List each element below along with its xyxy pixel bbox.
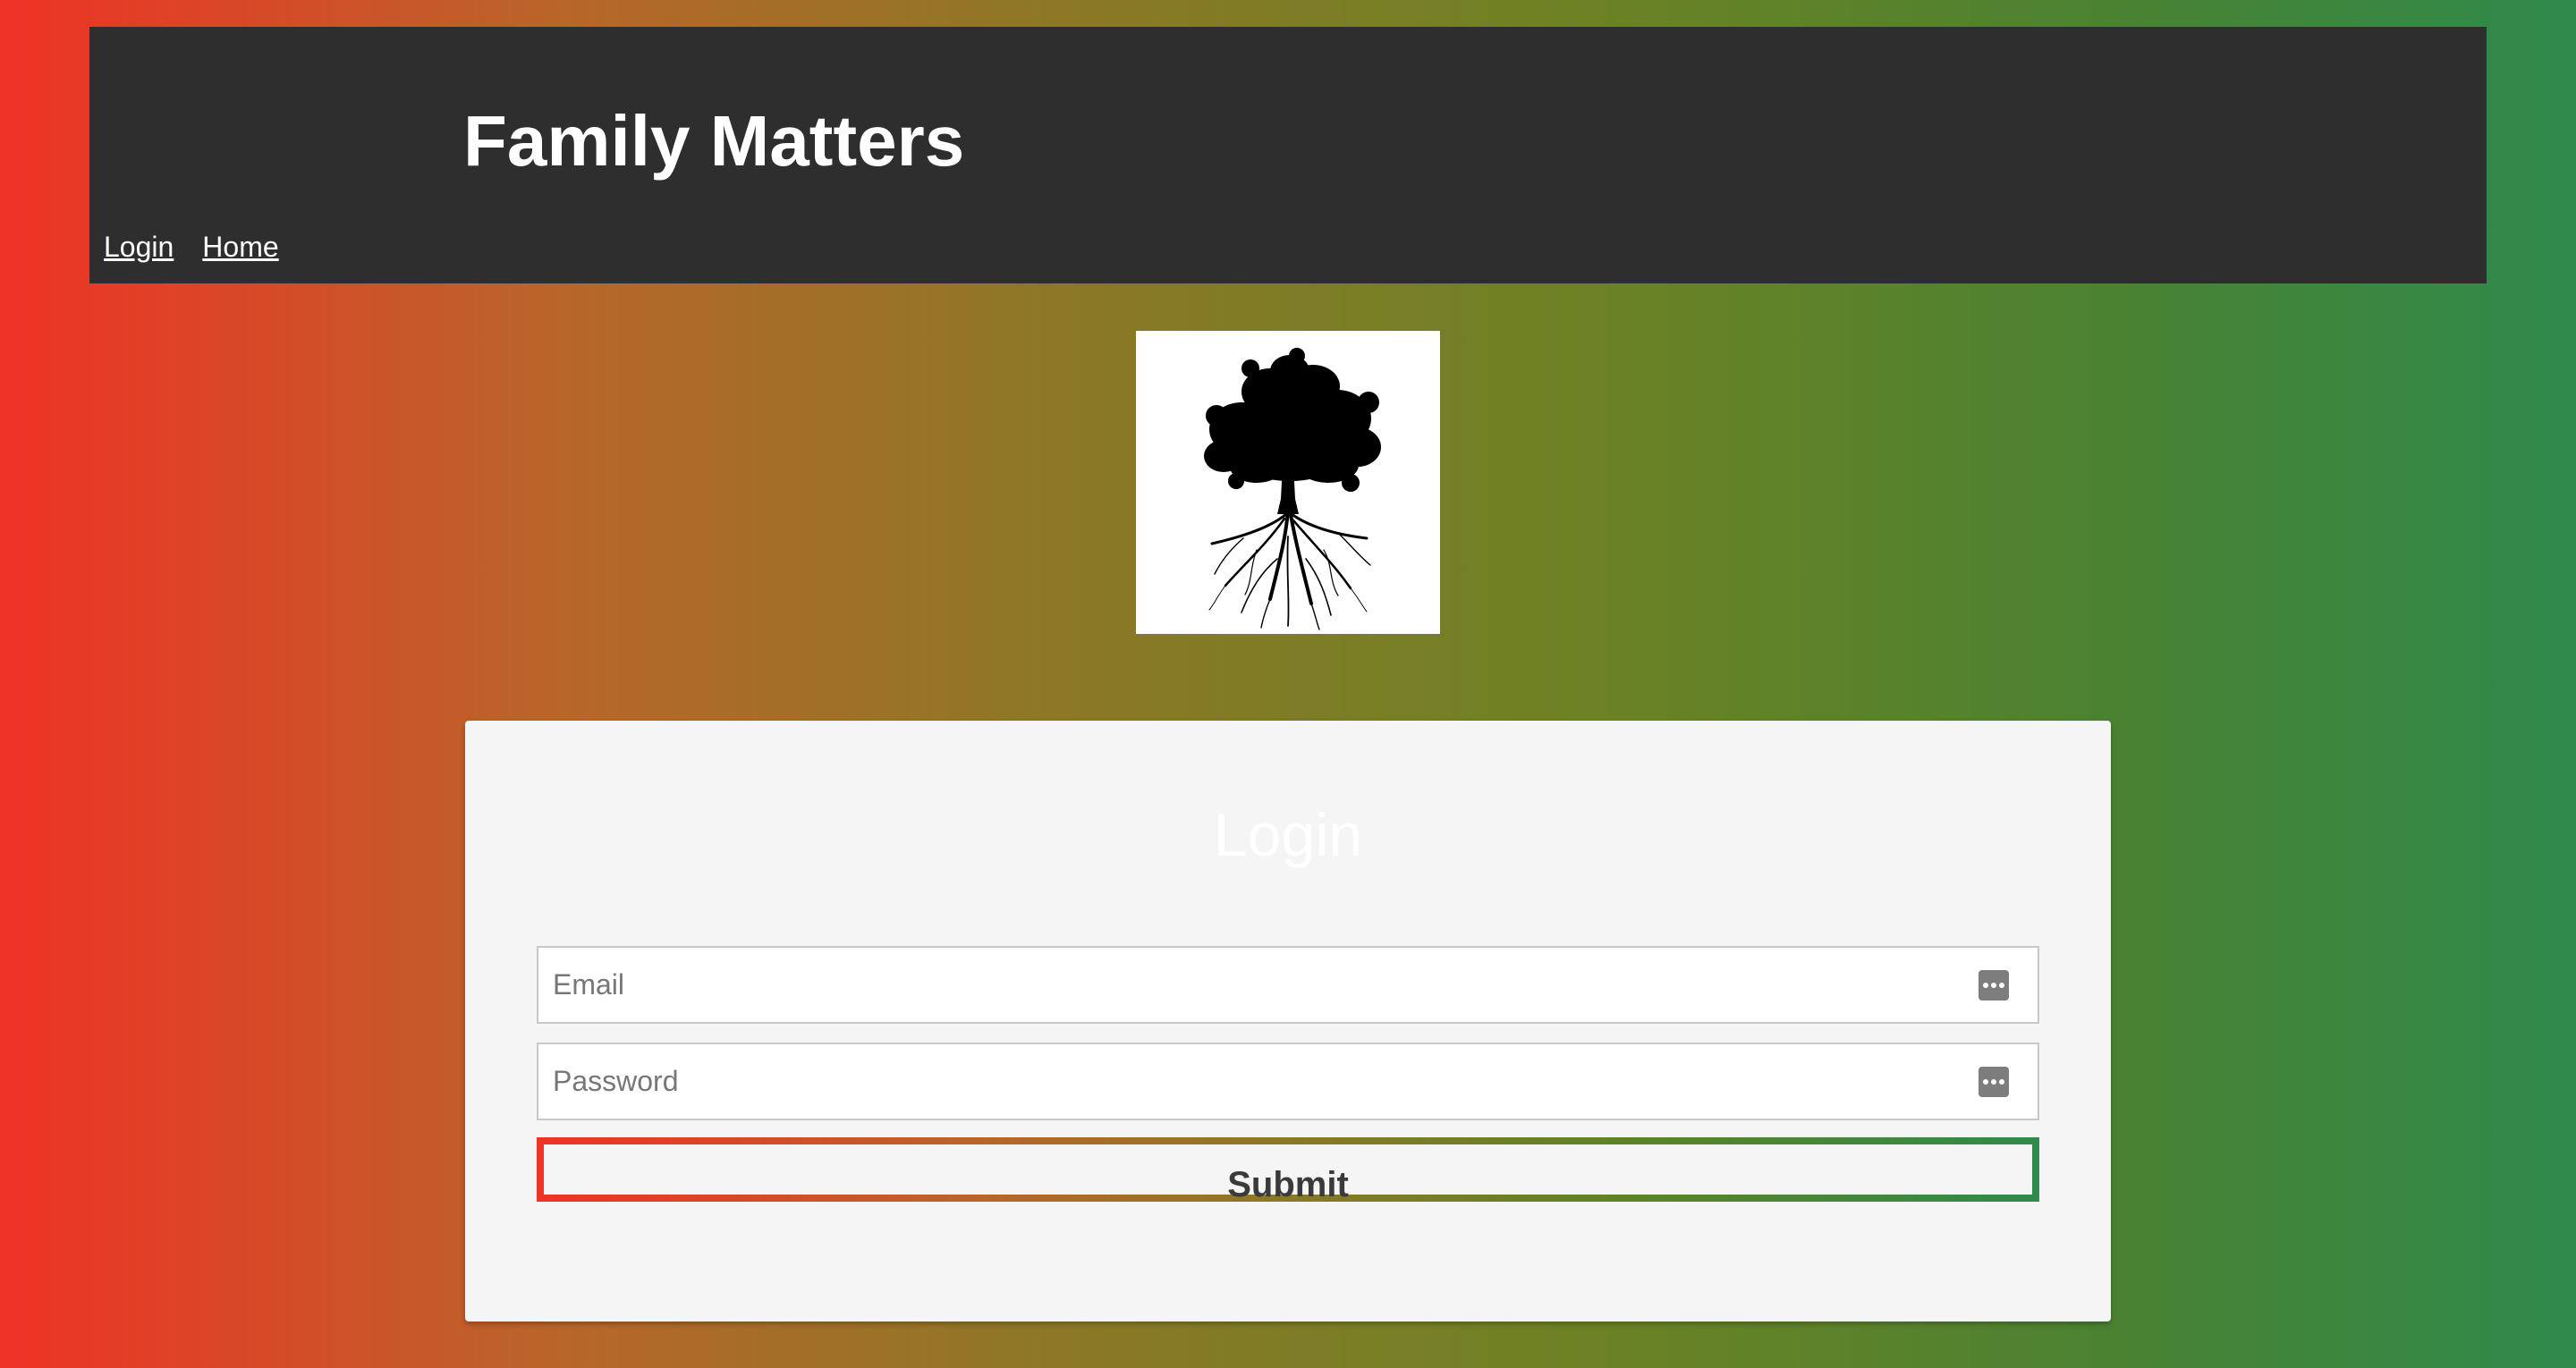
password-input[interactable]	[538, 1044, 2038, 1119]
tree-logo	[1136, 331, 1440, 634]
submit-button[interactable]: Submit	[537, 1137, 2039, 1204]
email-field-wrapper	[537, 946, 2039, 1024]
main-nav: Login Home	[104, 229, 279, 265]
password-manager-icon[interactable]	[1979, 1067, 2009, 1097]
site-title: Family Matters	[463, 101, 965, 181]
password-field-wrapper	[537, 1043, 2039, 1120]
site-header: Family Matters Login Home	[89, 27, 2487, 283]
nav-link-login[interactable]: Login	[104, 229, 174, 265]
password-manager-icon[interactable]	[1979, 970, 2009, 1001]
tree-with-roots-icon	[1204, 348, 1381, 630]
login-title: Login	[1213, 801, 1363, 869]
login-card: Login Submit	[465, 721, 2111, 1322]
nav-link-home[interactable]: Home	[202, 229, 278, 265]
submit-button-label: Submit	[1227, 1165, 1349, 1204]
email-input[interactable]	[538, 948, 2038, 1022]
